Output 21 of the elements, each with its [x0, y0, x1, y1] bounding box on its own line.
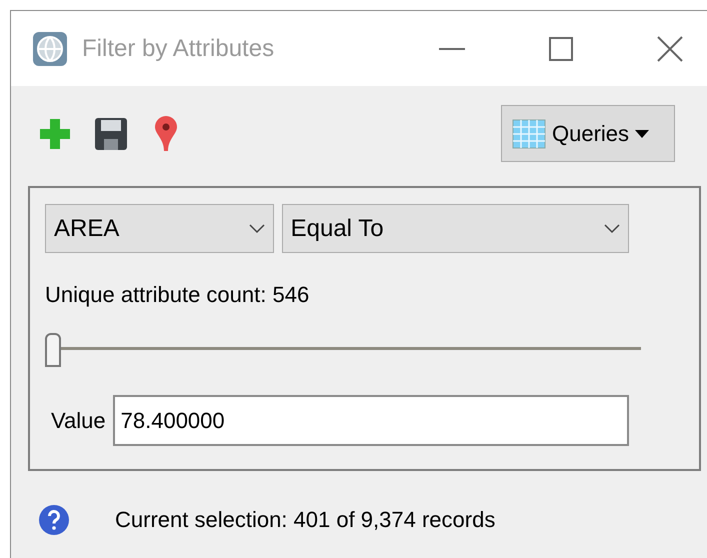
globe-icon — [32, 30, 68, 66]
map-pin-icon[interactable] — [154, 114, 178, 152]
minimize-icon[interactable] — [439, 48, 465, 50]
chevron-down-icon — [248, 224, 265, 234]
maximize-icon[interactable] — [549, 36, 573, 60]
close-icon[interactable] — [657, 36, 683, 62]
slider-track[interactable] — [45, 331, 641, 365]
operator-dropdown[interactable]: Equal To — [282, 204, 629, 253]
value-field[interactable]: 78.400000 — [112, 395, 629, 446]
save-icon[interactable] — [94, 116, 128, 150]
status-text: Current selection: 401 of 9,374 records — [115, 506, 496, 534]
chevron-down-icon — [604, 224, 620, 234]
help-icon[interactable] — [38, 504, 70, 536]
table-icon — [512, 118, 546, 148]
caret-icon — [635, 130, 650, 138]
unique-count-label: Unique attribute count: 546 — [45, 281, 310, 309]
slider-thumb[interactable] — [45, 333, 61, 367]
queries-button[interactable]: Queries — [501, 105, 675, 162]
field-dropdown[interactable]: AREA — [45, 204, 274, 253]
value-label: Value — [51, 407, 106, 435]
window-title: Filter by Attributes — [82, 34, 274, 64]
